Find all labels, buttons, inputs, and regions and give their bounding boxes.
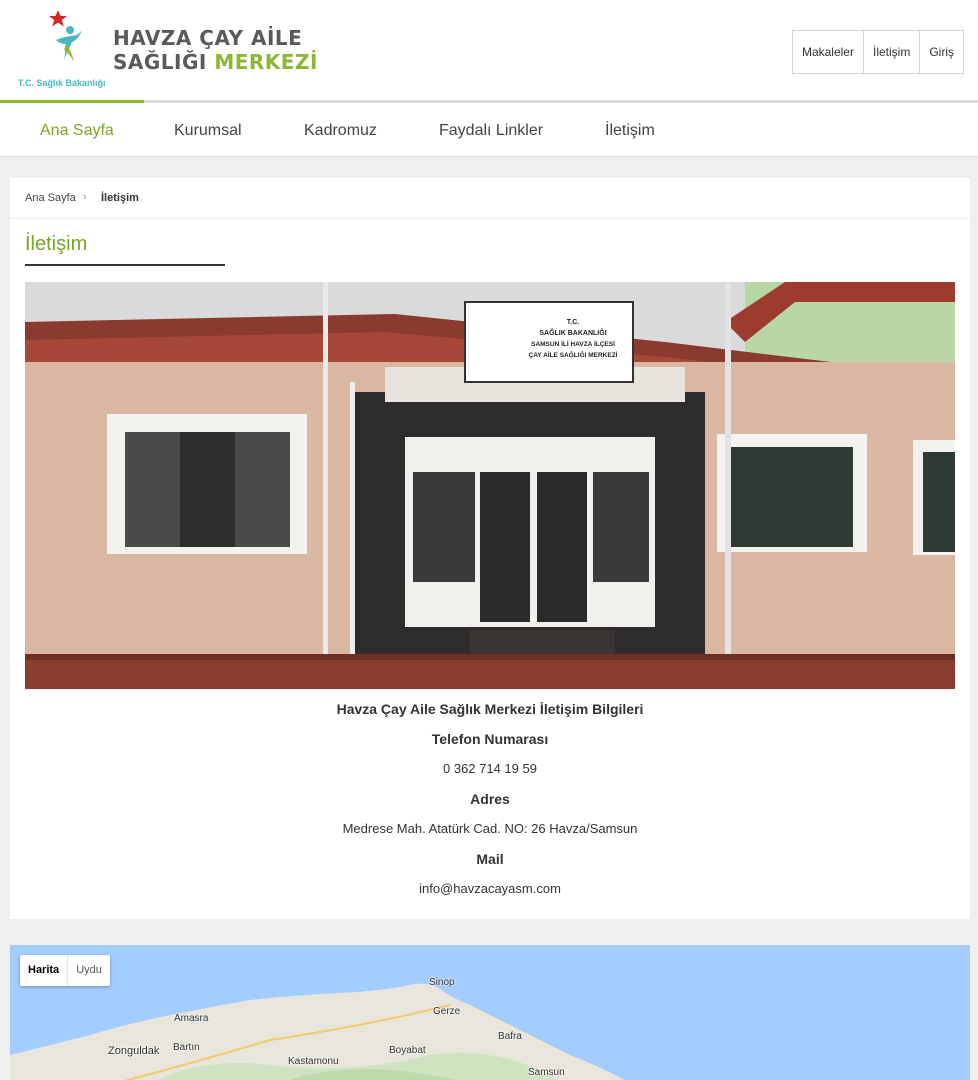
top-links: Makaleler İletişim Giriş — [791, 30, 964, 74]
breadcrumb-current: İletişim — [101, 192, 139, 204]
breadcrumb: Ana Sayfa › İletişim — [10, 178, 970, 219]
map-city-label: Bartın — [173, 1042, 200, 1053]
phone-label: Telefon Numarası — [431, 731, 549, 747]
sign-line1: T.C. — [567, 319, 580, 326]
top-link-giris[interactable]: Giriş — [920, 31, 963, 73]
map-type-harita[interactable]: Harita — [20, 955, 69, 986]
map-section: Harita Uydu Sinop Gerze Amasra Bartın Zo… — [0, 941, 978, 1080]
breadcrumb-home[interactable]: Ana Sayfa — [25, 192, 76, 204]
brand-title-accent: MERKEZİ — [214, 50, 318, 74]
content-panel: Ana Sayfa › İletişim İletişim T.C. SAĞLI… — [10, 178, 970, 919]
page-title: İletişim — [25, 233, 88, 255]
map-city-label: Amasra — [174, 1013, 209, 1024]
site-header: HAVZA ÇAY AİLE SAĞLIĞI MERKEZİ T.C. Sağl… — [0, 0, 978, 103]
map-city-label: Gerze — [433, 1006, 461, 1017]
map-city-label: Bafra — [498, 1031, 522, 1042]
address-value: Medrese Mah. Atatürk Cad. NO: 26 Havza/S… — [342, 821, 638, 836]
map-city-label: Kastamonu — [288, 1056, 339, 1067]
contact-heading: Havza Çay Aile Sağlık Merkezi İletişim B… — [336, 701, 644, 717]
sign-line4: ÇAY AİLE SAĞLIĞI MERKEZİ — [529, 350, 618, 359]
top-link-iletisim[interactable]: İletişim — [864, 31, 921, 73]
map-city-label: Zonguldak — [108, 1045, 160, 1057]
address-label: Adres — [470, 791, 510, 807]
building-photo-image: T.C. SAĞLIK BAKANLIĞI SAMSUN İLİ HAVZA İ… — [25, 282, 955, 689]
nav-item-kurumsal[interactable]: Kurumsal — [174, 122, 242, 140]
nav-item-ana-sayfa[interactable]: Ana Sayfa — [40, 122, 114, 140]
top-link-makaleler[interactable]: Makaleler — [793, 31, 864, 73]
mail-label: Mail — [476, 851, 504, 867]
nav-item-kadromuz[interactable]: Kadromuz — [304, 122, 377, 140]
sign-line2: SAĞLIK BAKANLIĞI — [539, 328, 606, 337]
ministry-label: T.C. Sağlık Bakanlığı — [18, 78, 106, 88]
map-city-label: Sinop — [429, 977, 455, 988]
brand-title-main: SAĞLIĞI — [113, 50, 215, 74]
google-map[interactable]: Harita Uydu Sinop Gerze Amasra Bartın Zo… — [10, 945, 970, 1080]
crescent-star-icon — [37, 10, 90, 65]
breadcrumb-separator-icon: › — [83, 191, 87, 203]
mail-value[interactable]: info@havzacayasm.com — [10, 881, 970, 896]
phone-value: 0 362 714 19 59 — [443, 761, 537, 776]
map-city-label: Boyabat — [389, 1045, 426, 1056]
map-city-label: Samsun — [528, 1067, 565, 1078]
map-type-uydu[interactable]: Uydu — [68, 955, 110, 986]
main-nav: Ana Sayfa Kurumsal Kadromuz Faydalı Link… — [0, 103, 978, 157]
building-photo: T.C. SAĞLIK BAKANLIĞI SAMSUN İLİ HAVZA İ… — [25, 282, 955, 689]
map-type-control: Harita Uydu — [20, 955, 110, 986]
map-land — [10, 983, 625, 1080]
nav-item-iletisim[interactable]: İletişim — [605, 122, 655, 140]
brand-title-line2: SAĞLIĞI MERKEZİ — [113, 50, 318, 74]
sign-line3: SAMSUN İLİ HAVZA İLÇESİ — [531, 340, 615, 348]
brand-title-line1: HAVZA ÇAY AİLE — [113, 26, 303, 50]
title-divider — [25, 264, 225, 266]
nav-item-faydali-linkler[interactable]: Faydalı Linkler — [439, 122, 543, 140]
